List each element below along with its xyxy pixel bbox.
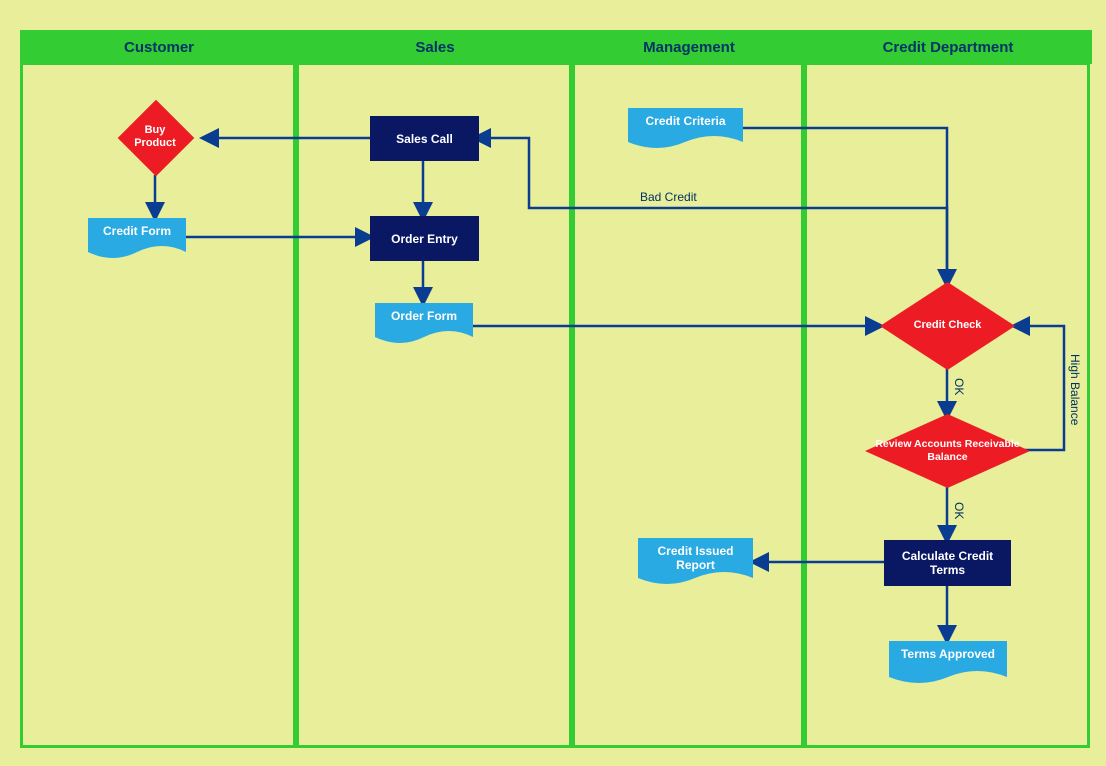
document-label: Credit Criteria (628, 114, 743, 128)
decision-label: Credit Check (880, 282, 1015, 370)
document-label: Order Form (375, 309, 473, 323)
lane-label: Management (643, 39, 735, 56)
document-credit-issued-report: Credit Issued Report (638, 538, 753, 590)
lane-header-credit: Credit Department (804, 30, 1092, 64)
document-terms-approved: Terms Approved (889, 641, 1007, 689)
edge-label-high-balance: High Balance (1068, 354, 1082, 425)
lane-label: Sales (415, 39, 454, 56)
decision-review-balance: Review Accounts Receivable Balance (865, 414, 1030, 488)
decision-label: Review Accounts Receivable Balance (865, 414, 1030, 488)
document-label: Credit Form (88, 224, 186, 238)
document-credit-criteria: Credit Criteria (628, 108, 743, 152)
lane-header-customer: Customer (20, 30, 298, 64)
lane-label: Customer (124, 39, 194, 56)
decision-credit-check: Credit Check (880, 282, 1015, 370)
document-credit-form: Credit Form (88, 218, 186, 262)
edge-label-bad-credit: Bad Credit (640, 190, 697, 204)
swimlane-diagram: Customer Sales Management Credit Departm… (0, 0, 1106, 766)
process-order-entry: Order Entry (370, 216, 479, 261)
process-label: Order Entry (391, 232, 458, 246)
process-label: Sales Call (396, 132, 453, 146)
lane-header-management: Management (572, 30, 806, 64)
document-label: Credit Issued Report (638, 544, 753, 573)
lane-body-sales (296, 62, 572, 748)
decision-buy-product: Buy Product (118, 100, 192, 174)
edge-label-ok2: OK (952, 502, 966, 519)
edge-label-ok1: OK (952, 378, 966, 395)
decision-label: Buy Product (118, 100, 192, 174)
document-label: Terms Approved (889, 647, 1007, 661)
process-sales-call: Sales Call (370, 116, 479, 161)
process-calculate-terms: Calculate Credit Terms (884, 540, 1011, 586)
lane-header-sales: Sales (296, 30, 574, 64)
document-order-form: Order Form (375, 303, 473, 347)
lane-label: Credit Department (883, 39, 1014, 56)
lane-body-management (572, 62, 804, 748)
process-label: Calculate Credit Terms (885, 549, 1010, 577)
